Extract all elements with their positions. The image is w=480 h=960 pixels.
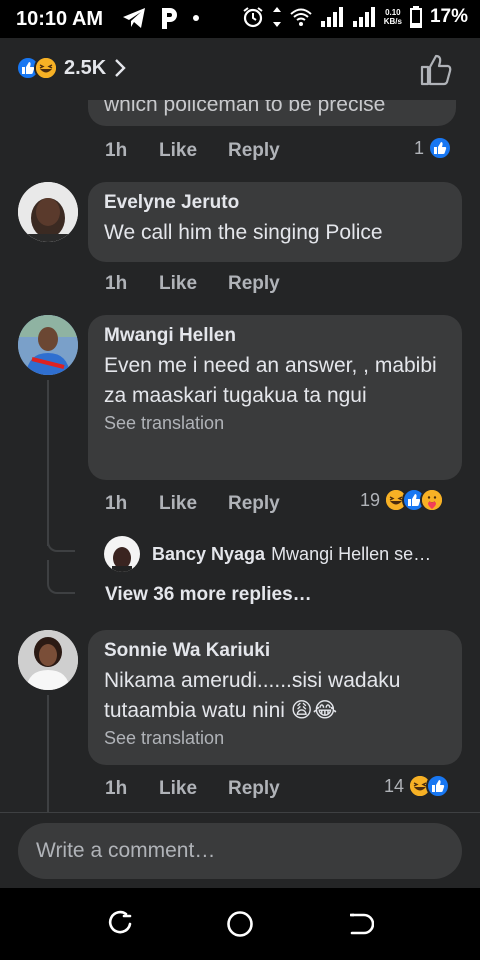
avatar[interactable]: [18, 315, 78, 375]
comment-bubble[interactable]: Evelyne Jeruto We call him the singing P…: [88, 182, 462, 262]
see-translation-link[interactable]: See translation: [104, 728, 446, 749]
like-button[interactable]: Like: [159, 493, 228, 515]
like-icon: [428, 136, 453, 160]
thread-line: [47, 695, 49, 815]
comment-reactions[interactable]: 1: [414, 136, 453, 160]
comments-screen: which policeman to be precise 2.5K 1h Li…: [0, 38, 480, 888]
wifi-icon: [290, 8, 312, 26]
comment-author[interactable]: Mwangi Hellen: [104, 325, 446, 347]
status-time: 10:10 AM: [16, 8, 104, 30]
reactions-summary[interactable]: 2.5K: [16, 56, 126, 80]
dot-icon: [193, 15, 199, 21]
care-icon: [420, 488, 445, 512]
battery-icon: [409, 6, 422, 28]
thread-connector: [47, 518, 75, 552]
comment-reactions[interactable]: 19: [360, 488, 445, 512]
like-button[interactable]: Like: [159, 273, 228, 295]
signal-icon-2: [352, 7, 375, 27]
telegram-icon: [123, 8, 145, 28]
reply-author[interactable]: Bancy Nyaga: [152, 544, 265, 565]
reply-button[interactable]: Reply: [228, 778, 280, 800]
like-icon: [426, 774, 451, 798]
like-button[interactable]: Like: [159, 140, 228, 162]
comment-bubble[interactable]: Sonnie Wa Kariuki Nikama amerudi......si…: [88, 630, 462, 765]
avatar[interactable]: [18, 182, 78, 242]
reply-button[interactable]: Reply: [228, 273, 280, 295]
comment-input[interactable]: Write a comment…: [18, 823, 462, 879]
view-more-replies-link[interactable]: View 36 more replies…: [105, 584, 312, 606]
comment-reactions[interactable]: 14: [384, 774, 451, 798]
data-arrows-icon: [272, 7, 281, 27]
alarm-icon: [243, 7, 263, 28]
comment-actions: 1h Like Reply: [105, 778, 280, 800]
comment-text: Nikama amerudi......sisi wadaku tutaambi…: [104, 669, 401, 722]
comment-reaction-count: 1: [414, 137, 425, 158]
home-icon[interactable]: [226, 910, 254, 938]
reaction-count: 2.5K: [64, 56, 107, 79]
reply-button[interactable]: Reply: [228, 140, 280, 162]
p-app-icon: [162, 8, 177, 29]
comment-text: Even me i need an answer, , mabibi za ma…: [104, 354, 437, 407]
reply-preview[interactable]: Bancy Nyaga Mwangi Hellen se…: [104, 536, 431, 572]
comment-time: 1h: [105, 493, 128, 514]
haha-icon: [34, 56, 58, 80]
comment-reaction-count: 14: [384, 775, 405, 796]
comment-actions: 1h Like Reply: [105, 493, 280, 515]
comment-author[interactable]: Evelyne Jeruto: [104, 192, 446, 214]
comment-time: 1h: [105, 778, 128, 799]
back-icon[interactable]: [346, 910, 374, 938]
comment-reaction-count: 19: [360, 489, 381, 510]
see-translation-link[interactable]: See translation: [104, 413, 446, 434]
comment-time: 1h: [105, 140, 128, 161]
status-bar: 10:10 AM 0.10 KB/s 17%: [0, 0, 480, 38]
comment-text: We call him the singing Police: [104, 221, 383, 244]
reactions-header: 2.5K: [0, 38, 480, 100]
comment-author[interactable]: Sonnie Wa Kariuki: [104, 640, 446, 662]
like-post-icon[interactable]: [420, 54, 452, 86]
comment-bubble[interactable]: Mwangi Hellen Even me i need an answer, …: [88, 315, 462, 480]
reply-button[interactable]: Reply: [228, 493, 280, 515]
recent-apps-icon[interactable]: [106, 910, 134, 938]
chevron-right-icon: [115, 59, 126, 77]
thread-connector: [47, 560, 75, 594]
comment-actions: 1h Like Reply: [105, 273, 280, 295]
reply-text: Mwangi Hellen se…: [271, 543, 432, 564]
avatar: [104, 536, 140, 572]
comment-actions: 1h Like Reply: [105, 140, 280, 162]
comment-time: 1h: [105, 273, 128, 294]
battery-percent: 17%: [429, 6, 468, 27]
avatar[interactable]: [18, 630, 78, 690]
signal-icon-1: [320, 7, 343, 27]
like-button[interactable]: Like: [159, 778, 228, 800]
network-speed: 0.10 KB/s: [383, 8, 402, 26]
system-nav-bar: [0, 888, 480, 960]
comment-composer: Write a comment…: [0, 812, 480, 888]
